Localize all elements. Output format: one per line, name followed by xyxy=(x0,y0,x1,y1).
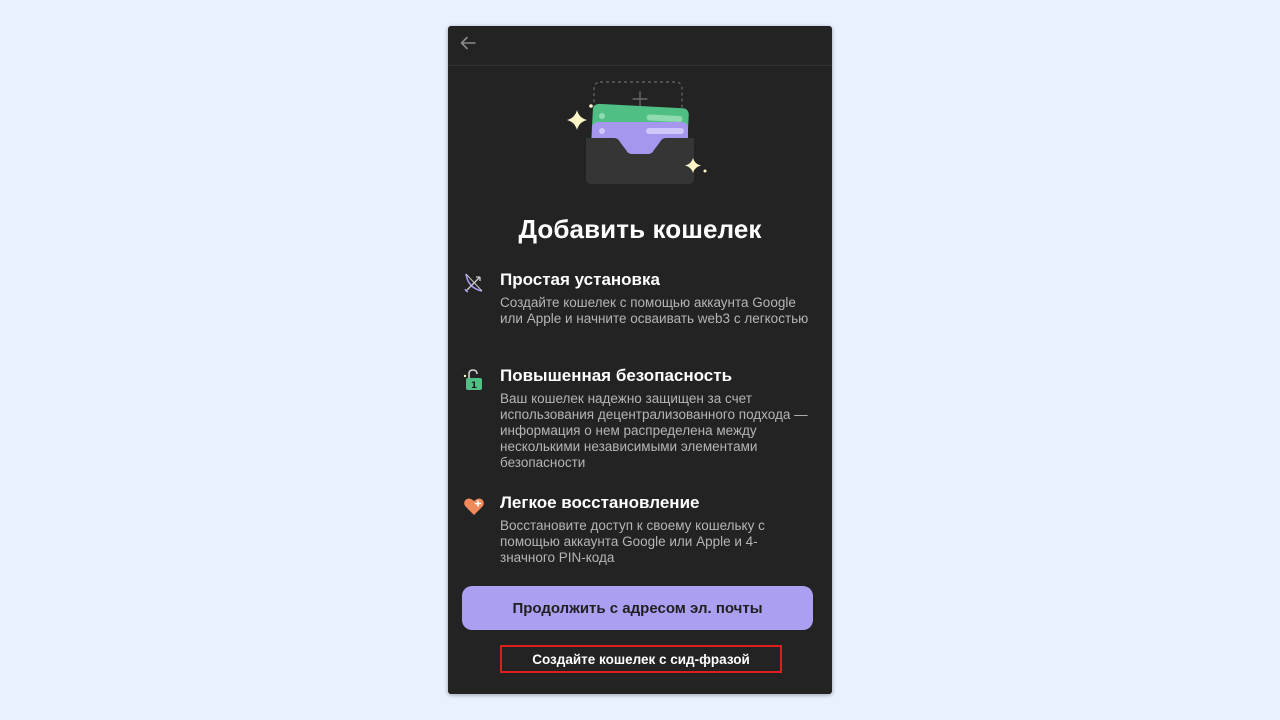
wallet-illustration xyxy=(567,81,707,184)
add-wallet-popup: Добавить кошелек Простая установка Созда… xyxy=(448,26,832,694)
padlock-icon: 1 xyxy=(463,369,482,391)
continue-with-email-button[interactable]: Продолжить с адресом эл. почты xyxy=(462,586,813,630)
feature-title: Простая установка xyxy=(500,270,660,289)
popup-header xyxy=(448,26,832,66)
page-title: Добавить кошелек xyxy=(518,214,762,244)
heart-plus-icon xyxy=(464,498,484,515)
bow-arrow-icon xyxy=(464,273,483,293)
feature-title: Легкое восстановление xyxy=(500,493,700,512)
feature-description: Восстановите доступ к своему кошельку с … xyxy=(500,518,765,565)
back-button[interactable] xyxy=(458,33,478,53)
svg-text:1: 1 xyxy=(471,381,477,391)
feature-description: Создайте кошелек с помощью аккаунта Goog… xyxy=(500,295,809,326)
feature-recovery: Легкое восстановление Восстановите досту… xyxy=(462,493,812,573)
create-with-seed-phrase-button[interactable]: Создайте кошелек с сид-фразой xyxy=(500,645,782,673)
feature-easy-setup: Простая установка Создайте кошелек с пом… xyxy=(462,270,812,350)
feature-description: Ваш кошелек надежно защищен за счет испо… xyxy=(500,391,808,470)
arrow-left-icon xyxy=(460,36,476,50)
feature-title: Повышенная безопасность xyxy=(500,366,733,385)
feature-security: 1 Повышенная безопасность Ваш кошелек на… xyxy=(462,366,812,471)
